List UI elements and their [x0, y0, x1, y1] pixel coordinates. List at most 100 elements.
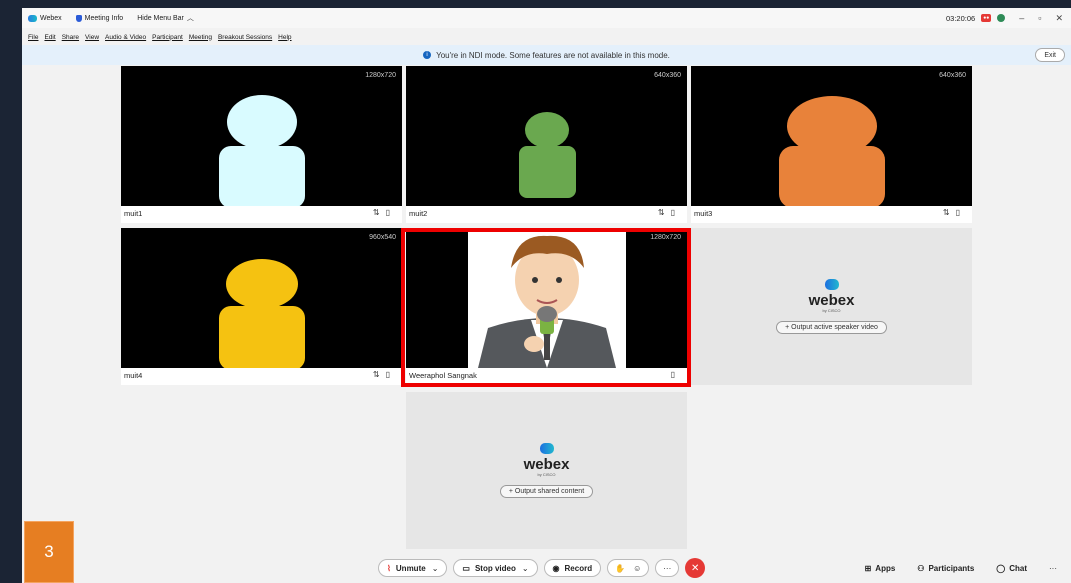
chat-label: Chat: [1009, 563, 1027, 573]
menu-file[interactable]: File: [28, 34, 38, 41]
recording-badge-icon: ●●: [981, 14, 992, 22]
webex-logo-icon: [28, 14, 37, 22]
menu-help[interactable]: Help: [278, 34, 291, 41]
tile-icons: ⇅▯: [943, 208, 966, 217]
menu-meeting[interactable]: Meeting: [189, 34, 212, 41]
highlight-box: [401, 228, 691, 387]
mic-icon[interactable]: ▯: [386, 370, 396, 379]
participants-label: Participants: [928, 563, 975, 573]
video-tile-muit3[interactable]: 640x360 muit3 ⇅▯: [691, 66, 972, 223]
participant-name: muit2: [409, 209, 428, 218]
chevron-down-icon[interactable]: ⌄: [522, 564, 529, 573]
person-icon: ⚇: [917, 563, 925, 573]
video-feed: 960x540: [121, 228, 402, 368]
participants-button[interactable]: ⚇ Participants: [917, 564, 974, 573]
resolution-label: 1280x720: [365, 72, 396, 79]
active-speaker-placeholder: webex by CISCO + Output active speaker v…: [691, 228, 972, 385]
end-call-button[interactable]: ✕: [685, 558, 706, 578]
video-feed: 640x360: [406, 66, 687, 206]
apps-icon: ⊞: [864, 563, 872, 573]
meeting-info-label: Meeting Info: [84, 14, 124, 22]
menu-audio-video[interactable]: Audio & Video: [105, 34, 146, 41]
video-off-icon[interactable]: ⇅: [943, 208, 956, 217]
stop-video-button[interactable]: ▭ Stop video ⌄: [453, 559, 538, 577]
mic-muted-icon: ⌇: [387, 563, 391, 573]
mic-icon[interactable]: ▯: [956, 208, 966, 217]
apps-button[interactable]: ⊞ Apps: [865, 564, 896, 573]
title-bar: Webex Meeting Info Hide Menu Bar ︿ 03:20…: [22, 8, 1071, 28]
by-cisco: by CISCO: [822, 308, 841, 313]
more-icon: ···: [663, 563, 672, 573]
video-tile-muit4[interactable]: 960x540 muit4 ⇅▯: [121, 228, 402, 385]
app-name: Webex: [40, 14, 62, 22]
hand-reaction-button[interactable]: ✋ ☺: [607, 559, 650, 577]
chevron-down-icon[interactable]: ⌄: [432, 564, 439, 573]
resolution-label: 640x360: [654, 72, 681, 79]
tile-icons: ⇅▯: [373, 370, 396, 379]
meeting-controls: ⌇ Unmute ⌄ ▭ Stop video ⌄ ◉ Record ✋ ☺ ·…: [22, 553, 1071, 583]
close-icon[interactable]: ✕: [1055, 13, 1063, 24]
chat-icon: ◯: [996, 563, 1006, 573]
video-feed: 1280x720: [121, 66, 402, 206]
hide-menu-label: Hide Menu Bar: [137, 14, 184, 22]
record-label: Record: [564, 563, 593, 573]
hand-icon: ✋: [615, 563, 626, 573]
menu-edit[interactable]: Edit: [44, 34, 55, 41]
menu-breakout[interactable]: Breakout Sessions: [218, 34, 272, 41]
chevron-up-icon: ︿: [186, 15, 194, 22]
ndi-banner: i You're in NDI mode. Some features are …: [22, 45, 1071, 65]
unmute-button[interactable]: ⌇ Unmute ⌄: [378, 559, 448, 577]
tile-icons: ⇅▯: [658, 208, 681, 217]
participant-name: muit1: [124, 209, 143, 218]
video-off-icon[interactable]: ⇅: [373, 370, 386, 379]
participant-name: muit4: [124, 371, 143, 380]
mic-icon[interactable]: ▯: [671, 208, 681, 217]
ndi-banner-text: You're in NDI mode. Some features are no…: [436, 50, 670, 60]
info-icon: i: [423, 51, 432, 59]
menu-participant[interactable]: Participant: [152, 34, 183, 41]
status-icon[interactable]: [997, 14, 1006, 22]
minimize-icon[interactable]: –: [1019, 13, 1024, 23]
avatar-silhouette-icon: [519, 112, 576, 198]
more-options-button[interactable]: ···: [655, 559, 680, 577]
app-title: Webex: [28, 14, 62, 22]
stop-video-label: Stop video: [474, 563, 516, 573]
shield-icon: [75, 14, 82, 22]
video-tile-muit2[interactable]: 640x360 muit2 ⇅▯: [406, 66, 687, 223]
by-cisco: by CISCO: [537, 472, 556, 477]
output-active-speaker-button[interactable]: + Output active speaker video: [776, 321, 887, 334]
webex-brand: webex: [523, 456, 570, 473]
mic-icon[interactable]: ▯: [386, 208, 396, 217]
record-button[interactable]: ◉ Record: [543, 559, 602, 577]
menu-share[interactable]: Share: [62, 34, 79, 41]
video-off-icon[interactable]: ⇅: [658, 208, 671, 217]
record-icon: ◉: [552, 563, 560, 573]
participant-name: muit3: [694, 209, 713, 218]
tile-icons: ⇅▯: [373, 208, 396, 217]
restore-icon[interactable]: ▫: [1038, 13, 1041, 23]
camera-icon: ▭: [462, 563, 470, 573]
webex-brand: webex: [808, 292, 855, 309]
avatar-silhouette-icon: [779, 96, 885, 206]
meeting-timer: 03:20:06: [945, 13, 976, 23]
menu-bar: File Edit Share View Audio & Video Parti…: [22, 30, 1071, 44]
emoji-icon: ☺: [633, 563, 642, 573]
output-shared-content-button[interactable]: + Output shared content: [499, 485, 594, 498]
menu-view[interactable]: View: [85, 34, 99, 41]
resolution-label: 640x360: [939, 72, 966, 79]
avatar-silhouette-icon: [219, 95, 305, 206]
video-tile-muit1[interactable]: 1280x720 muit1 ⇅▯: [121, 66, 402, 223]
more-panels-icon[interactable]: ···: [1049, 564, 1057, 573]
step-number-badge: 3: [24, 521, 74, 583]
unmute-label: Unmute: [395, 563, 426, 573]
exit-ndi-button[interactable]: Exit: [1035, 48, 1065, 62]
chat-button[interactable]: ◯ Chat: [996, 564, 1027, 573]
resolution-label: 960x540: [369, 234, 396, 241]
webex-logo-icon: [539, 443, 554, 454]
meeting-info-button[interactable]: Meeting Info: [75, 14, 124, 22]
video-off-icon[interactable]: ⇅: [373, 208, 386, 217]
avatar-silhouette-icon: [219, 259, 305, 368]
hide-menu-bar-button[interactable]: Hide Menu Bar ︿: [137, 13, 194, 23]
webex-logo-icon: [824, 279, 839, 290]
close-icon: ✕: [691, 562, 700, 574]
